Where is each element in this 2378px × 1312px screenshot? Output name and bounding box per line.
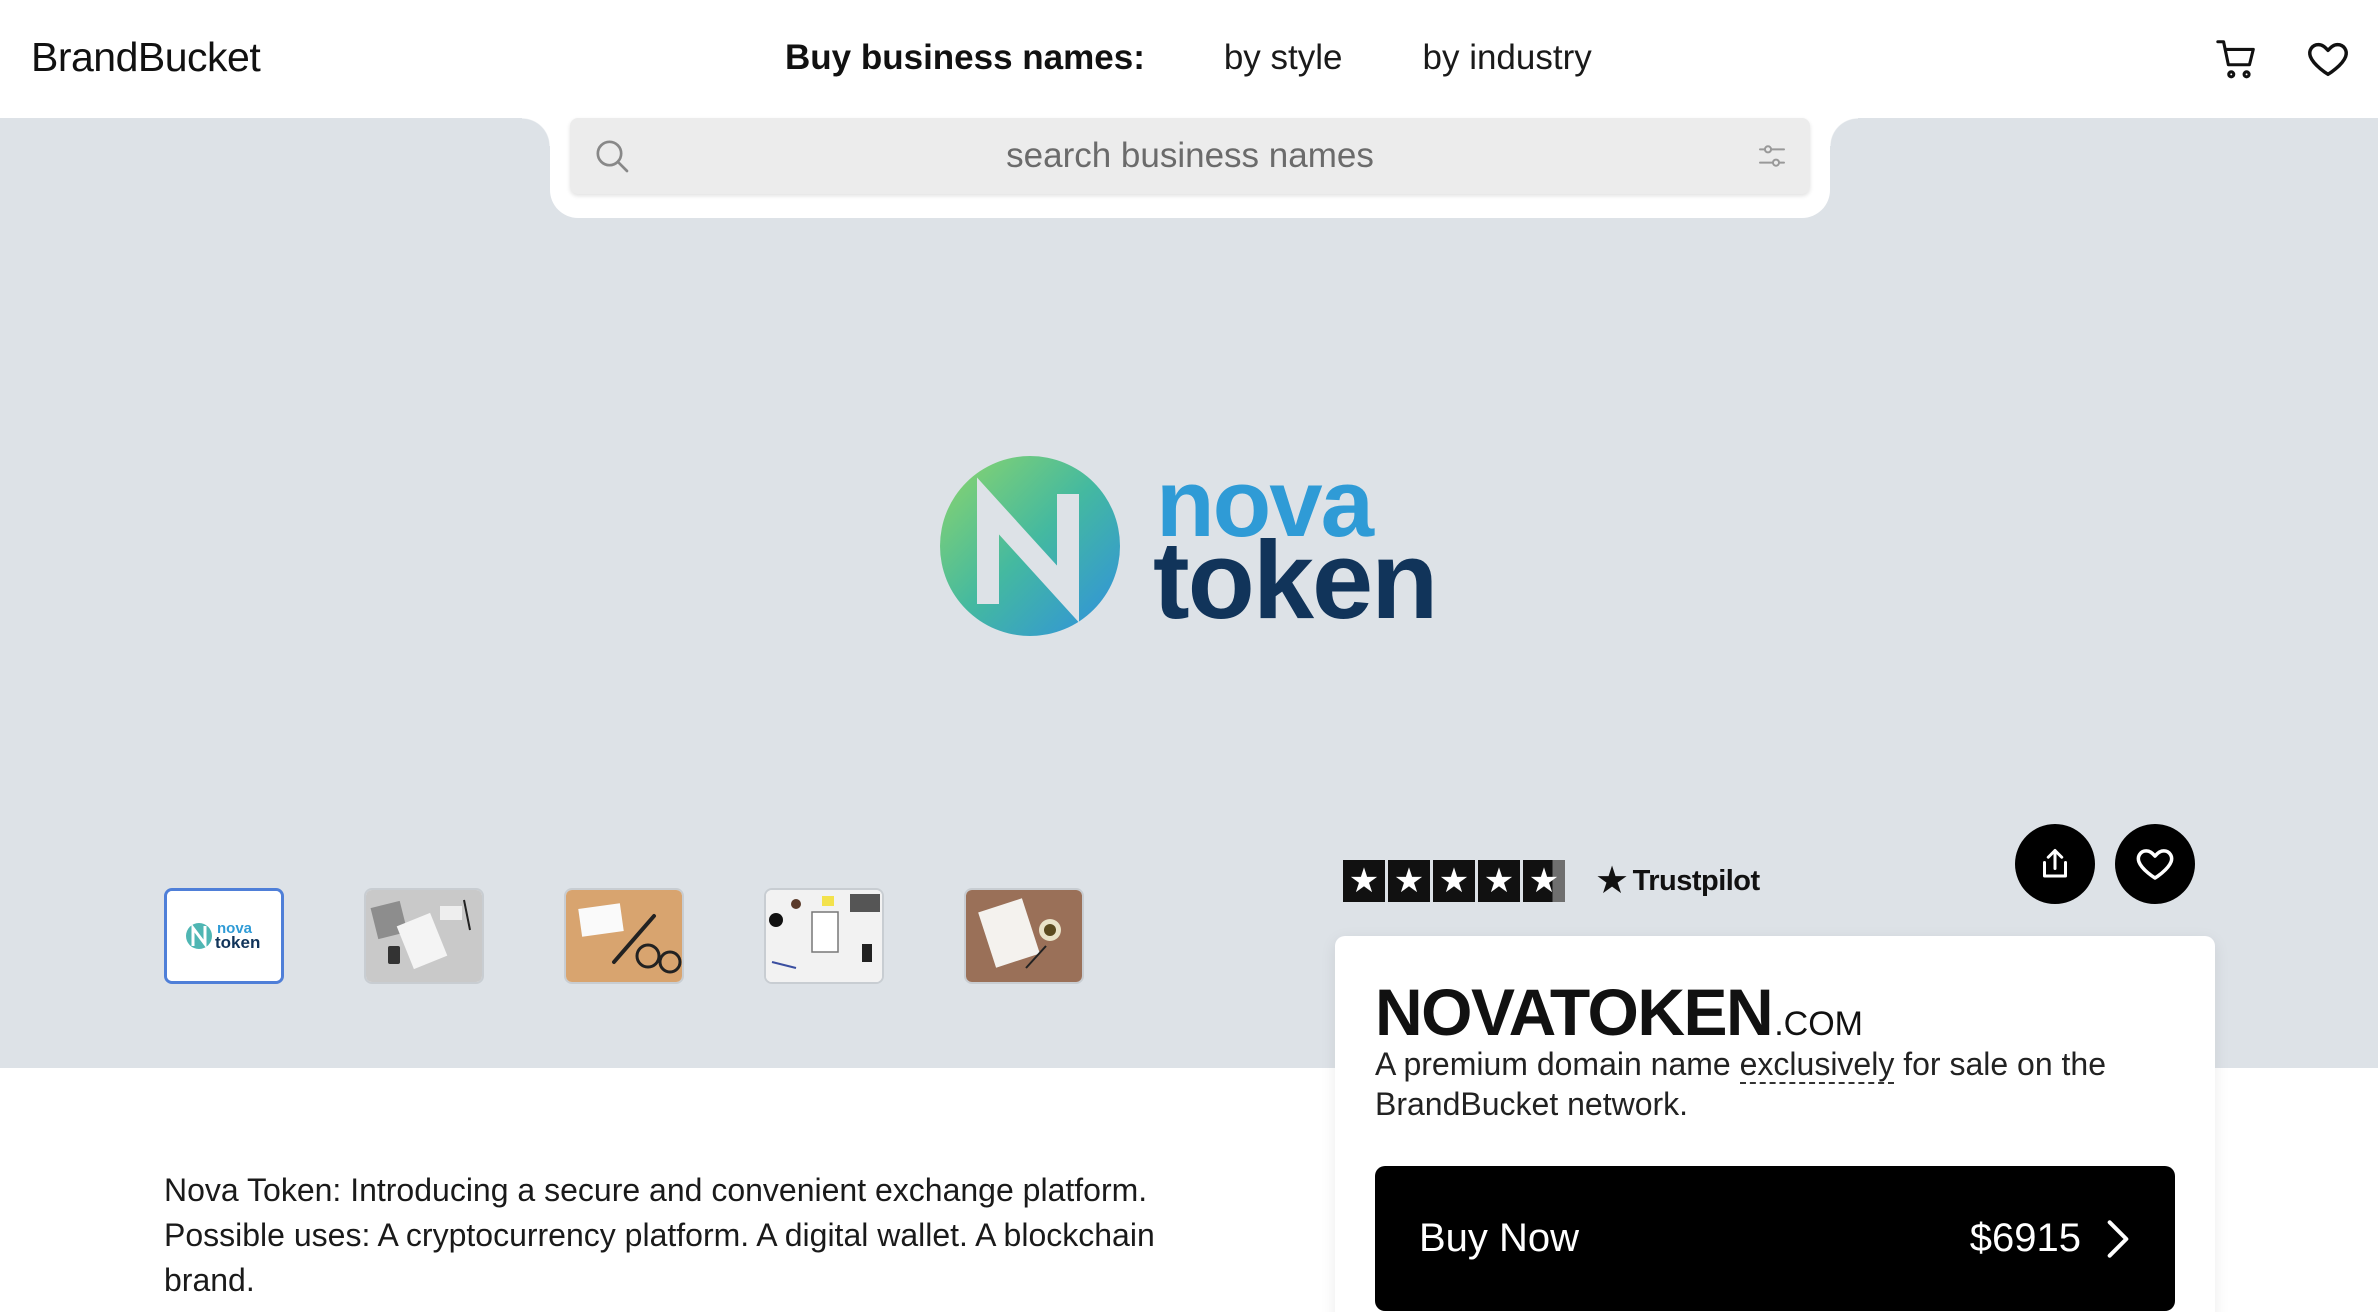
domain-purchase-card: NOVATOKEN .COM A premium domain name exc… (1335, 936, 2215, 1312)
domain-tld: .COM (1774, 1005, 1863, 1043)
half-star-icon: ★ (1523, 860, 1565, 902)
price-group: $6915 (1970, 1216, 2131, 1261)
brand-logo[interactable]: BrandBucket (31, 34, 261, 81)
star-icon: ★ (1388, 860, 1430, 902)
thumbnail-desk-stationery[interactable] (764, 888, 884, 984)
buy-now-button[interactable]: Buy Now $6915 (1375, 1166, 2175, 1311)
domain-description: A premium domain name exclusively for sa… (1375, 1044, 2135, 1124)
search-bar (570, 118, 1810, 194)
thumbnail-desk-white[interactable] (364, 888, 484, 984)
nova-token-emblem-icon (940, 456, 1120, 636)
star-icon: ★ (1478, 860, 1520, 902)
star-icon: ★ (1433, 860, 1475, 902)
chevron-right-icon (2107, 1219, 2129, 1258)
trustpilot-label: Trustpilot (1632, 864, 1761, 897)
nav-lead-label: Buy business names: (785, 38, 1145, 77)
cart-icon[interactable] (2214, 36, 2260, 82)
thumbnail-desk-coffee[interactable] (964, 888, 1084, 984)
desc-text-start: A premium domain name (1375, 1046, 1740, 1082)
exclusively-tooltip-term[interactable]: exclusively (1739, 1046, 1895, 1084)
heart-icon[interactable] (2305, 36, 2351, 82)
trustpilot-rating[interactable]: ★ ★ ★ ★ ★ ★ Trustpilot (1343, 860, 1760, 902)
name-description: Nova Token: Introducing a secure and con… (164, 1172, 1155, 1298)
thumbnail-strip: nova token (164, 888, 1084, 984)
filter-icon[interactable] (1756, 140, 1788, 172)
thumbnail-desk-glasses[interactable] (564, 888, 684, 984)
trustpilot-logo: ★ Trustpilot (1595, 862, 1760, 900)
heart-icon (2136, 849, 2174, 880)
hero-section: nova token nova token (0, 118, 2378, 1068)
nova-token-logo: nova token (938, 454, 1448, 644)
domain-name: NOVATOKEN (1375, 975, 1774, 1049)
main-nav: Buy business names: by style by industry (785, 38, 1672, 78)
nav-link-by-style[interactable]: by style (1224, 38, 1343, 78)
favorite-button[interactable] (2115, 824, 2195, 904)
price: $6915 (1969, 1216, 2081, 1260)
search-icon[interactable] (592, 136, 632, 176)
nav-link-by-industry[interactable]: by industry (1423, 38, 1592, 78)
svg-text:token: token (215, 933, 260, 952)
rating-stars: ★ ★ ★ ★ ★ (1343, 860, 1565, 902)
share-button[interactable] (2015, 824, 2095, 904)
site-header: BrandBucket Buy business names: by style… (0, 0, 2378, 118)
search-input[interactable] (570, 118, 1810, 194)
share-icon (2043, 849, 2067, 878)
trustpilot-star-icon: ★ (1595, 860, 1629, 902)
star-icon: ★ (1343, 860, 1385, 902)
search-container (522, 118, 1858, 218)
buy-now-label: Buy Now (1419, 1216, 1580, 1260)
domain-title: NOVATOKEN .COM (1375, 974, 1863, 1050)
thumbnail-logo[interactable]: nova token (164, 888, 284, 984)
logo-word-token: token (1153, 519, 1438, 642)
